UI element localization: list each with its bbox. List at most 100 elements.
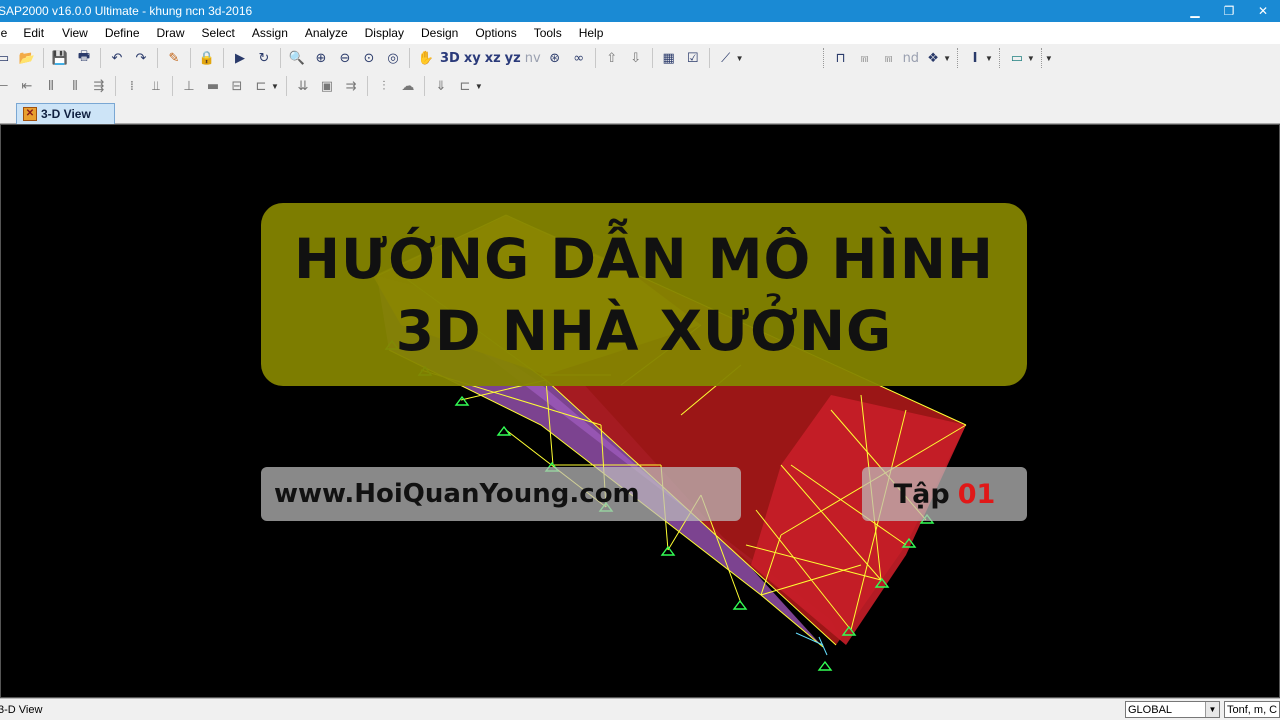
draw-area-icon[interactable]: ⁞ xyxy=(121,75,143,97)
display-window-icon[interactable]: ▭ xyxy=(1006,47,1028,69)
view-xy-button[interactable]: xy xyxy=(464,47,481,69)
episode-text: Tập xyxy=(893,478,950,510)
grid-icon[interactable]: ⫶ xyxy=(373,75,395,97)
draw-link-icon[interactable]: ⫫ xyxy=(145,75,167,97)
dropdown-arrow-icon[interactable]: ▼ xyxy=(271,82,279,91)
multi-frame-icon[interactable]: ⩎ xyxy=(878,47,900,69)
3d-view-icon: ✕ xyxy=(23,107,37,121)
menu-options[interactable]: Options xyxy=(475,26,533,40)
dropdown-arrow-icon[interactable]: ▼ xyxy=(736,54,744,63)
dropdown-arrow-icon[interactable]: ▼ xyxy=(943,54,951,63)
model-viewport[interactable]: HƯỚNG DẪN MÔ HÌNH 3D NHÀ XƯỞNG www.HoiQu… xyxy=(0,124,1280,698)
menu-draw[interactable]: Draw xyxy=(157,26,202,40)
view-nv-button[interactable]: nv xyxy=(525,47,541,69)
section-icon[interactable]: I xyxy=(964,47,986,69)
view-xz-button[interactable]: xz xyxy=(485,47,501,69)
draw-column-icon[interactable]: ⫴ xyxy=(64,75,86,97)
title-bar: SAP2000 v16.0.0 Ultimate - khung ncn 3d-… xyxy=(0,0,1280,22)
replicate-icon[interactable]: ⇓ xyxy=(430,75,452,97)
website-label: www.HoiQuanYoung.com xyxy=(261,467,741,521)
perspective-icon[interactable]: ⊛ xyxy=(544,47,566,69)
window-controls: ▁ ❐ ✕ xyxy=(1178,0,1280,22)
undo-icon[interactable]: ↶ xyxy=(106,47,128,69)
title-banner: HƯỚNG DẪN MÔ HÌNH 3D NHÀ XƯỞNG xyxy=(261,203,1027,386)
down-arrow-icon[interactable]: ⇩ xyxy=(625,47,647,69)
nd-button[interactable]: nd xyxy=(903,47,920,69)
toolbar-separator xyxy=(100,48,101,68)
toolbar-separator xyxy=(594,48,596,68)
display-options-icon[interactable]: ▦ xyxy=(658,47,680,69)
draw-wall-icon[interactable]: ⊟ xyxy=(226,75,248,97)
draw-joint-icon[interactable]: ⊢ xyxy=(0,75,14,97)
menu-edit[interactable]: Edit xyxy=(23,26,62,40)
banner-title-line-2: 3D NHÀ XƯỞNG xyxy=(395,298,893,363)
dropdown-arrow-icon[interactable]: ▼ xyxy=(1027,54,1035,63)
menu-select[interactable]: Select xyxy=(202,26,252,40)
zoom-full-icon[interactable]: ◎ xyxy=(382,47,404,69)
menu-analyze[interactable]: Analyze xyxy=(305,26,365,40)
extrude-icon[interactable]: ⊏ xyxy=(454,75,476,97)
model-explorer-icon[interactable]: ❖ xyxy=(922,47,944,69)
zoom-window-icon[interactable]: 🔍 xyxy=(286,47,308,69)
status-text: 3-D View xyxy=(0,704,43,716)
run-icon[interactable]: ▶ xyxy=(229,47,251,69)
new-model-icon[interactable]: ▭ xyxy=(0,47,14,69)
episode-number: 01 xyxy=(957,478,996,510)
menu-display[interactable]: Display xyxy=(365,26,421,40)
redo-icon[interactable]: ↷ xyxy=(130,47,152,69)
draw-slab-icon[interactable]: ▬ xyxy=(202,75,224,97)
toolbar-separator xyxy=(115,76,116,96)
edit-pencil-icon[interactable]: ✎ xyxy=(163,47,185,69)
zoom-prev-icon[interactable]: ⊙ xyxy=(358,47,380,69)
menu-tools[interactable]: Tools xyxy=(534,26,579,40)
draw-frame-icon[interactable]: ⇤ xyxy=(16,75,38,97)
toolbar-separator xyxy=(157,48,158,68)
dropdown-arrow-icon[interactable]: ▼ xyxy=(475,82,483,91)
select-all-icon[interactable]: ⇊ xyxy=(292,75,314,97)
secondary-toolbar: ⊢ ⇤ Ⅱ ⫴ ⇶ ⁞ ⫫ ⊥ ▬ ⊟ ⊏ ▼ ⇊ ▣ ⇉ ⫶ ☁ ⇓ ⊏ ▼ xyxy=(0,72,1280,100)
view-yz-button[interactable]: yz xyxy=(505,47,521,69)
clear-selection-icon[interactable]: ⇉ xyxy=(340,75,362,97)
select-previous-icon[interactable]: ▣ xyxy=(316,75,338,97)
draw-brace-icon[interactable]: ⇶ xyxy=(88,75,110,97)
frame-icon[interactable]: ⊓ xyxy=(830,47,852,69)
portal-frame-icon[interactable]: ⩎ xyxy=(854,47,876,69)
open-icon[interactable]: 📂 xyxy=(16,47,38,69)
tab-label: 3-D View xyxy=(41,107,91,121)
menu-define[interactable]: Define xyxy=(105,26,157,40)
menu-view[interactable]: View xyxy=(62,26,105,40)
assign-icon[interactable]: ⟋ xyxy=(715,47,737,69)
close-button[interactable]: ✕ xyxy=(1246,0,1280,22)
toolbar-grip xyxy=(998,48,1002,68)
toolbar-grip xyxy=(956,48,960,68)
3d-view-button[interactable]: 3D xyxy=(440,47,460,69)
pan-icon[interactable]: ✋ xyxy=(415,47,437,69)
tab-3d-view[interactable]: ✕ 3-D View xyxy=(16,103,115,124)
draw-beam-icon[interactable]: Ⅱ xyxy=(40,75,62,97)
menu-help[interactable]: Help xyxy=(579,26,612,40)
dropdown-arrow-icon[interactable]: ▼ xyxy=(1045,54,1053,63)
refresh-icon[interactable]: ∞ xyxy=(568,47,590,69)
menu-assign[interactable]: Assign xyxy=(252,26,305,40)
show-undeformed-icon[interactable]: ☑ xyxy=(682,47,704,69)
lock-icon[interactable]: 🔒 xyxy=(196,47,218,69)
save-icon[interactable]: 💾 xyxy=(49,47,71,69)
up-arrow-icon[interactable]: ⇧ xyxy=(601,47,623,69)
dropdown-arrow-icon[interactable]: ▼ xyxy=(985,54,993,63)
maximize-button[interactable]: ❐ xyxy=(1212,0,1246,22)
rotate-icon[interactable]: ↻ xyxy=(253,47,275,69)
menu-file[interactable]: File xyxy=(0,26,23,40)
print-icon[interactable]: 🖶 xyxy=(73,47,95,69)
minimize-button[interactable]: ▁ xyxy=(1178,0,1212,22)
draw-support-icon[interactable]: ⊥ xyxy=(178,75,200,97)
zoom-out-icon[interactable]: ⊖ xyxy=(334,47,356,69)
snap-icon[interactable]: ☁ xyxy=(397,75,419,97)
zoom-in-icon[interactable]: ⊕ xyxy=(310,47,332,69)
status-bar: 3-D View GLOBAL ▼ Tonf, m, C xyxy=(0,698,1280,720)
coordinate-system-select[interactable]: GLOBAL ▼ xyxy=(1125,701,1220,718)
draw-tendon-icon[interactable]: ⊏ xyxy=(250,75,272,97)
units-select[interactable]: Tonf, m, C xyxy=(1224,701,1280,718)
menu-design[interactable]: Design xyxy=(421,26,475,40)
main-toolbar: ▭ 📂 💾 🖶 ↶ ↷ ✎ 🔒 ▶ ↻ 🔍 ⊕ ⊖ ⊙ ◎ ✋ 3D xy xz… xyxy=(0,44,1280,72)
toolbar-separator xyxy=(366,76,368,96)
